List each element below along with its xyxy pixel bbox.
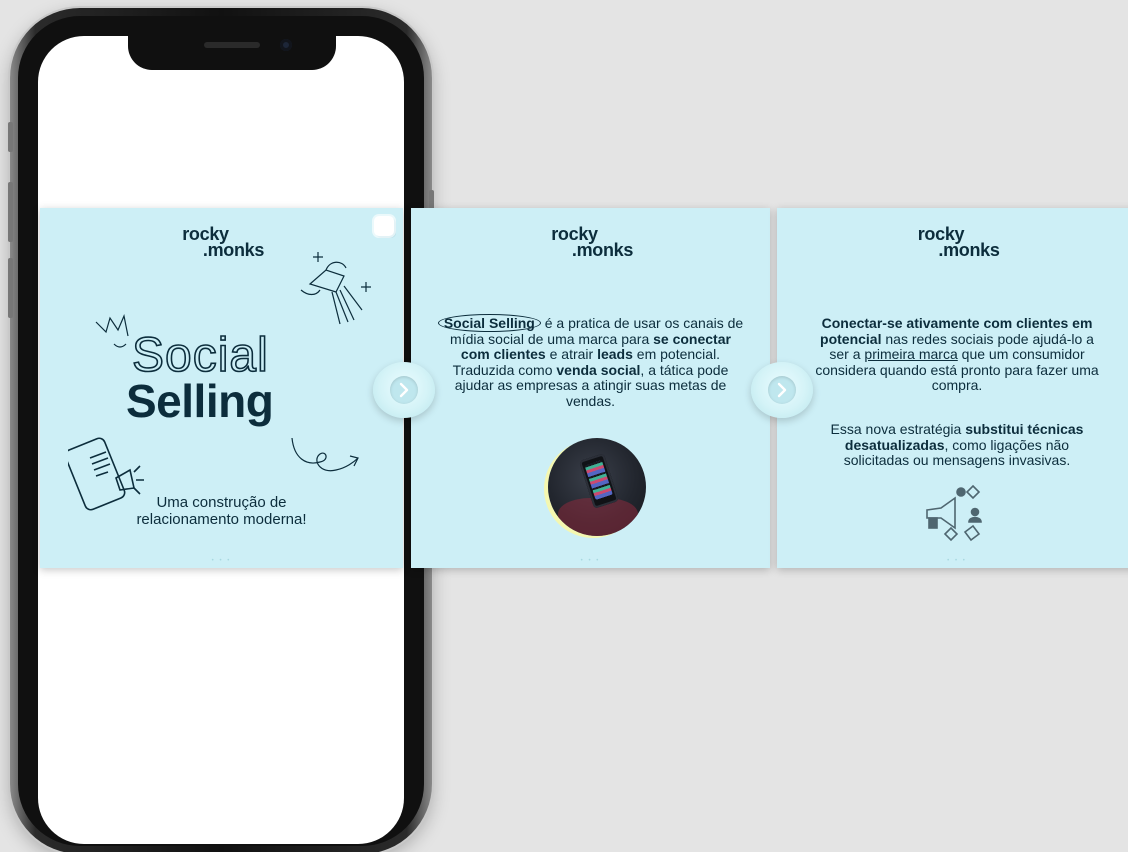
slide-3-paragraph-1: Conectar-se ativamente com clientes em p…	[811, 315, 1103, 394]
chevron-right-icon	[777, 382, 787, 398]
pagination-dots: • • •	[580, 558, 601, 564]
title-selling: Selling	[126, 375, 274, 427]
carousel-slide-3: rocky .monks Conectar-se ativamente com …	[777, 208, 1128, 568]
speaker-grille	[204, 42, 260, 48]
logo-line-2: .monks	[571, 240, 634, 260]
highlight-term: Social Selling	[437, 314, 541, 332]
watering-can-icon	[300, 252, 371, 325]
phone-volume-up-button	[8, 182, 13, 242]
tagline: Uma construção de relacionamento moderna…	[40, 494, 403, 528]
front-camera-icon	[280, 39, 292, 51]
phone-notch	[128, 30, 336, 70]
body-bold-segment: venda social	[556, 361, 641, 378]
pagination-dots: • • •	[947, 558, 967, 564]
next-slide-button[interactable]	[373, 362, 435, 418]
brand-logo: rocky .monks	[411, 225, 770, 260]
body-text-segment: Essa nova estratégia	[830, 421, 966, 437]
body-bold-segment: leads	[597, 346, 633, 362]
body-underline-segment: primeira marca	[864, 346, 958, 362]
next-slide-button[interactable]	[751, 362, 813, 418]
chevron-right-icon	[399, 382, 409, 398]
swirl-arrow-doodle	[291, 437, 359, 472]
smartphone-photo	[548, 438, 646, 536]
marketing-icons-cluster	[926, 484, 982, 542]
phone-side-button	[8, 122, 13, 152]
slide-2-body: Social Selling é a pratica de usar os ca…	[437, 314, 744, 409]
brand-logo: rocky .monks	[777, 225, 1128, 260]
app-grid	[584, 460, 613, 500]
multiple-posts-icon[interactable]	[374, 216, 394, 236]
tagline-line-2: relacionamento moderna!	[136, 511, 307, 528]
slide-3-paragraph-2: Essa nova estratégia substitui técnicas …	[811, 421, 1103, 469]
carousel-slide-2: rocky .monks Social Selling é a pratica …	[411, 208, 770, 568]
carousel-slide-1: rocky .monks Social Selling Uma construç…	[40, 208, 403, 568]
pagination-dots: • • •	[211, 558, 232, 564]
logo-line-2: .monks	[938, 240, 1000, 260]
body-text-segment: e atrair	[545, 346, 598, 362]
phone-volume-down-button	[8, 258, 13, 318]
tagline-line-1: Uma construção de	[156, 494, 287, 511]
